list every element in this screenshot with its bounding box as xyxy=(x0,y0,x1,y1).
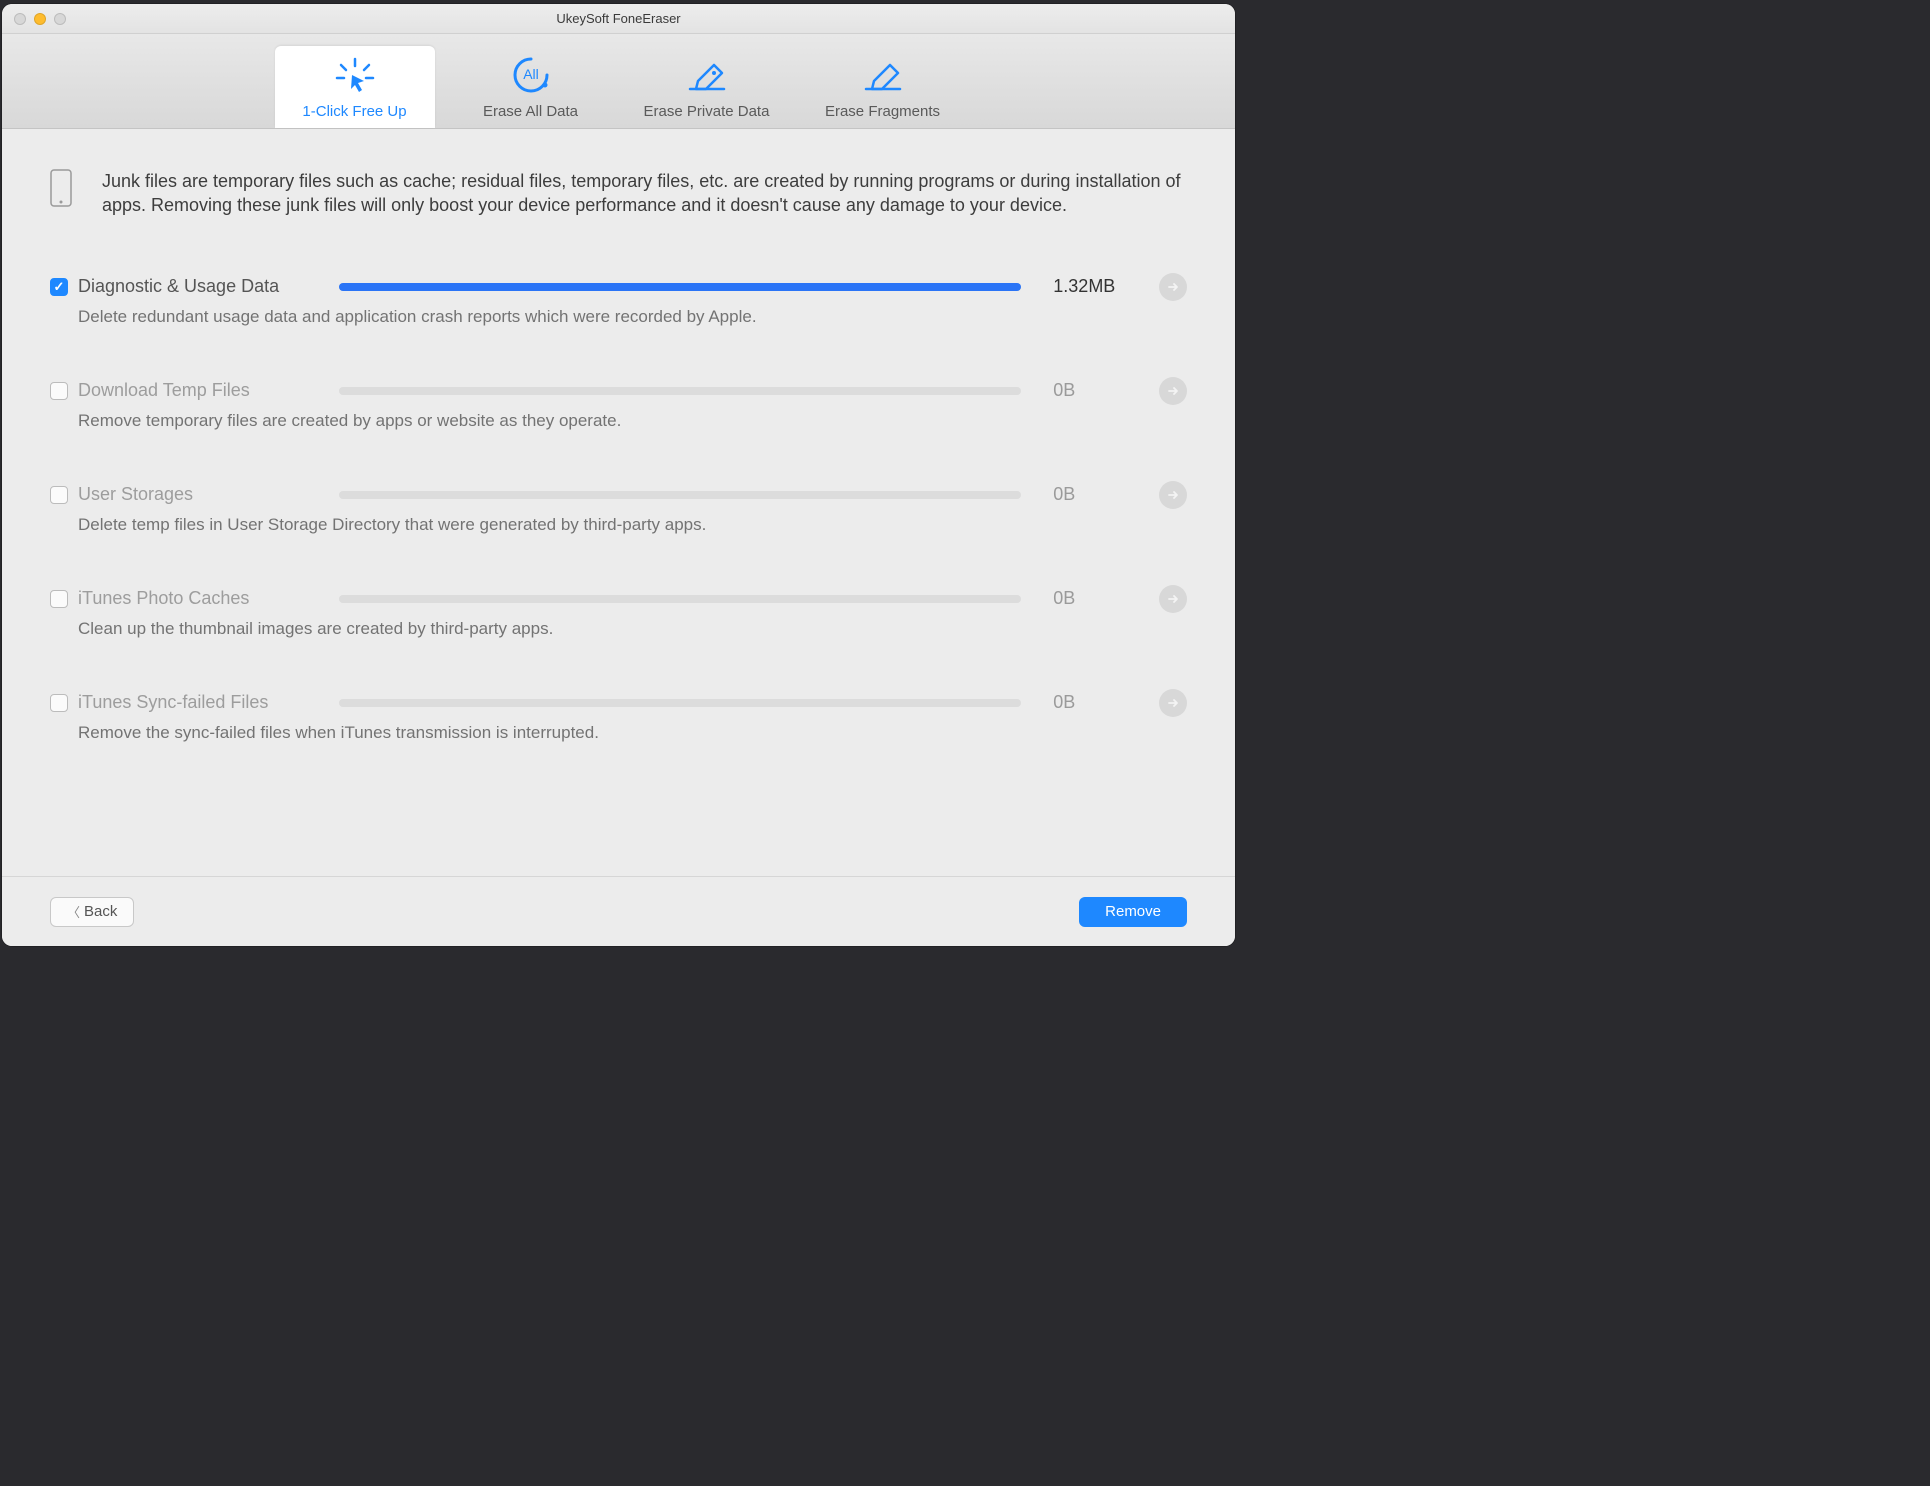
category-0: Diagnostic & Usage Data 1.32MB Delete re… xyxy=(50,273,1187,327)
category-desc: Remove temporary files are created by ap… xyxy=(78,411,1187,431)
cursor-click-icon xyxy=(334,57,376,95)
detail-arrow-button[interactable] xyxy=(1159,481,1187,509)
progress-bar-fill xyxy=(339,283,1021,291)
category-3: iTunes Photo Caches 0B Clean up the thum… xyxy=(50,585,1187,639)
progress-bar xyxy=(339,595,1021,603)
category-checkbox[interactable] xyxy=(50,590,68,608)
chevron-left-icon: 〈 xyxy=(67,902,80,921)
phone-icon xyxy=(50,169,72,207)
eraser-private-icon xyxy=(684,55,730,95)
svg-text:All: All xyxy=(523,66,539,82)
category-title: Diagnostic & Usage Data xyxy=(78,276,329,297)
tab-label: 1-Click Free Up xyxy=(302,103,406,120)
eraser-fragments-icon xyxy=(860,55,906,95)
category-title: iTunes Sync-failed Files xyxy=(78,692,329,713)
category-checkbox[interactable] xyxy=(50,382,68,400)
arrow-right-icon xyxy=(1166,280,1180,294)
detail-arrow-button[interactable] xyxy=(1159,377,1187,405)
detail-arrow-button[interactable] xyxy=(1159,689,1187,717)
category-row: iTunes Sync-failed Files 0B xyxy=(50,689,1187,717)
erase-all-icon: All xyxy=(509,55,553,95)
category-desc: Delete temp files in User Storage Direct… xyxy=(78,515,1187,535)
tab-1click-freeup[interactable]: 1-Click Free Up xyxy=(275,46,435,128)
category-1: Download Temp Files 0B Remove temporary … xyxy=(50,377,1187,431)
tab-erase-private[interactable]: Erase Private Data xyxy=(627,46,787,128)
arrow-right-icon xyxy=(1166,384,1180,398)
remove-label: Remove xyxy=(1105,903,1161,920)
category-title: Download Temp Files xyxy=(78,380,329,401)
category-row: Download Temp Files 0B xyxy=(50,377,1187,405)
detail-arrow-button[interactable] xyxy=(1159,585,1187,613)
category-title: User Storages xyxy=(78,484,329,505)
remove-button[interactable]: Remove xyxy=(1079,897,1187,927)
content-area: Junk files are temporary files such as c… xyxy=(2,129,1235,876)
category-desc: Clean up the thumbnail images are create… xyxy=(78,619,1187,639)
footer: 〈 Back Remove xyxy=(2,876,1235,946)
category-desc: Delete redundant usage data and applicat… xyxy=(78,307,1187,327)
back-label: Back xyxy=(84,903,117,920)
category-2: User Storages 0B Delete temp files in Us… xyxy=(50,481,1187,535)
category-checkbox[interactable] xyxy=(50,486,68,504)
category-size: 0B xyxy=(1053,692,1149,713)
category-size: 0B xyxy=(1053,484,1149,505)
tab-label: Erase Fragments xyxy=(825,103,940,120)
tab-erase-fragments[interactable]: Erase Fragments xyxy=(803,46,963,128)
app-window: UkeySoft FoneEraser 1-Click Free Up All xyxy=(2,4,1235,946)
arrow-right-icon xyxy=(1166,488,1180,502)
tab-label: Erase Private Data xyxy=(644,103,770,120)
category-row: User Storages 0B xyxy=(50,481,1187,509)
category-size: 1.32MB xyxy=(1053,276,1149,297)
tab-label: Erase All Data xyxy=(483,103,578,120)
category-4: iTunes Sync-failed Files 0B Remove the s… xyxy=(50,689,1187,743)
top-tabs: 1-Click Free Up All Erase All Data Erase… xyxy=(2,34,1235,129)
category-row: Diagnostic & Usage Data 1.32MB xyxy=(50,273,1187,301)
category-row: iTunes Photo Caches 0B xyxy=(50,585,1187,613)
category-desc: Remove the sync-failed files when iTunes… xyxy=(78,723,1187,743)
category-checkbox[interactable] xyxy=(50,694,68,712)
progress-bar xyxy=(339,699,1021,707)
progress-bar xyxy=(339,283,1021,291)
intro-row: Junk files are temporary files such as c… xyxy=(50,169,1187,218)
category-checkbox[interactable] xyxy=(50,278,68,296)
arrow-right-icon xyxy=(1166,592,1180,606)
category-size: 0B xyxy=(1053,380,1149,401)
titlebar: UkeySoft FoneEraser xyxy=(2,4,1235,34)
intro-text: Junk files are temporary files such as c… xyxy=(102,169,1187,218)
tab-erase-all[interactable]: All Erase All Data xyxy=(451,46,611,128)
category-size: 0B xyxy=(1053,588,1149,609)
back-button[interactable]: 〈 Back xyxy=(50,897,134,927)
category-title: iTunes Photo Caches xyxy=(78,588,329,609)
progress-bar xyxy=(339,387,1021,395)
progress-bar xyxy=(339,491,1021,499)
arrow-right-icon xyxy=(1166,696,1180,710)
window-title: UkeySoft FoneEraser xyxy=(2,11,1235,26)
detail-arrow-button[interactable] xyxy=(1159,273,1187,301)
